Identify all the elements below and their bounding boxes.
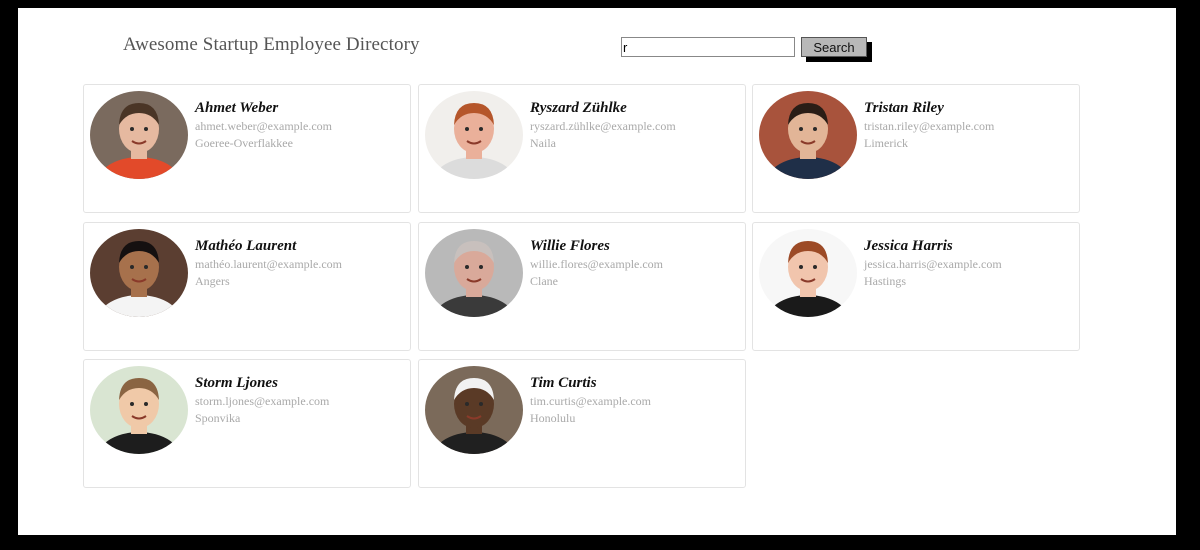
employee-city: Angers <box>195 274 230 288</box>
employee-city: Sponvika <box>195 411 241 425</box>
employee-info: Ryszard Zühlke ryszard.zühlke@example.com… <box>530 99 676 152</box>
employee-email: jessica.harris@example.com <box>864 257 1002 271</box>
employee-name: Tristan Riley <box>864 100 944 116</box>
employee-card[interactable]: Storm Ljones storm.ljones@example.com Spon… <box>83 359 411 488</box>
avatar <box>425 366 523 454</box>
employee-city: Limerick <box>864 136 908 150</box>
employee-email: ahmet.weber@example.com <box>195 119 332 133</box>
employee-email: storm.ljones@example.com <box>195 394 330 408</box>
employee-card[interactable]: Tim Curtis tim.curtis@example.com Honolulu <box>418 359 746 488</box>
employee-card[interactable]: Willie Flores willie.flores@example.com Cl… <box>418 222 746 351</box>
search-input[interactable] <box>621 37 795 57</box>
employee-info: Jessica Harris jessica.harris@example.com… <box>864 237 1002 290</box>
avatar <box>425 91 523 179</box>
employee-city: Clane <box>530 274 558 288</box>
avatar <box>90 91 188 179</box>
directory-page: Awesome Startup Employee Directory Searc… <box>18 8 1176 535</box>
employee-email: tim.curtis@example.com <box>530 394 652 408</box>
employee-email: willie.flores@example.com <box>530 257 664 271</box>
employee-name: Tim Curtis <box>530 375 597 391</box>
employee-city: Goeree-Overflakkee <box>195 136 293 150</box>
employee-info: Mathéo Laurent mathéo.laurent@example.com… <box>195 237 342 290</box>
employee-info: Storm Ljones storm.ljones@example.com Spon… <box>195 374 329 427</box>
avatar <box>90 229 188 317</box>
employee-name: Willie Flores <box>530 238 610 254</box>
employee-city: Hastings <box>864 274 906 288</box>
employee-email: tristan.riley@example.com <box>864 119 995 133</box>
employee-name: Mathéo Laurent <box>195 238 297 254</box>
employee-info: Ahmet Weber ahmet.weber@example.com Goeree… <box>195 99 332 152</box>
employee-name: Ryszard Zühlke <box>530 100 627 116</box>
employee-card[interactable]: Ryszard Zühlke ryszard.zühlke@example.com… <box>418 84 746 213</box>
employee-info: Tim Curtis tim.curtis@example.com Honolulu <box>530 374 651 427</box>
employee-info: Willie Flores willie.flores@example.com Cl… <box>530 237 663 290</box>
employee-email: mathéo.laurent@example.com <box>195 257 342 271</box>
employee-city: Honolulu <box>530 411 576 425</box>
page-title: Awesome Startup Employee Directory <box>123 34 420 55</box>
employee-name: Storm Ljones <box>195 375 278 391</box>
employee-card[interactable]: Jessica Harris jessica.harris@example.com… <box>752 222 1080 351</box>
avatar <box>759 91 857 179</box>
employee-info: Tristan Riley tristan.riley@example.com Li… <box>864 99 994 152</box>
employee-card[interactable]: Mathéo Laurent mathéo.laurent@example.com… <box>83 222 411 351</box>
avatar <box>425 229 523 317</box>
employee-name: Jessica Harris <box>864 238 953 254</box>
search-button[interactable]: Search <box>801 37 867 57</box>
employee-card[interactable]: Tristan Riley tristan.riley@example.com Li… <box>752 84 1080 213</box>
employee-card[interactable]: Ahmet Weber ahmet.weber@example.com Goeree… <box>83 84 411 213</box>
avatar <box>759 229 857 317</box>
avatar <box>90 366 188 454</box>
employee-email: ryszard.zühlke@example.com <box>530 119 676 133</box>
employee-city: Naila <box>530 136 556 150</box>
employee-name: Ahmet Weber <box>195 100 279 116</box>
